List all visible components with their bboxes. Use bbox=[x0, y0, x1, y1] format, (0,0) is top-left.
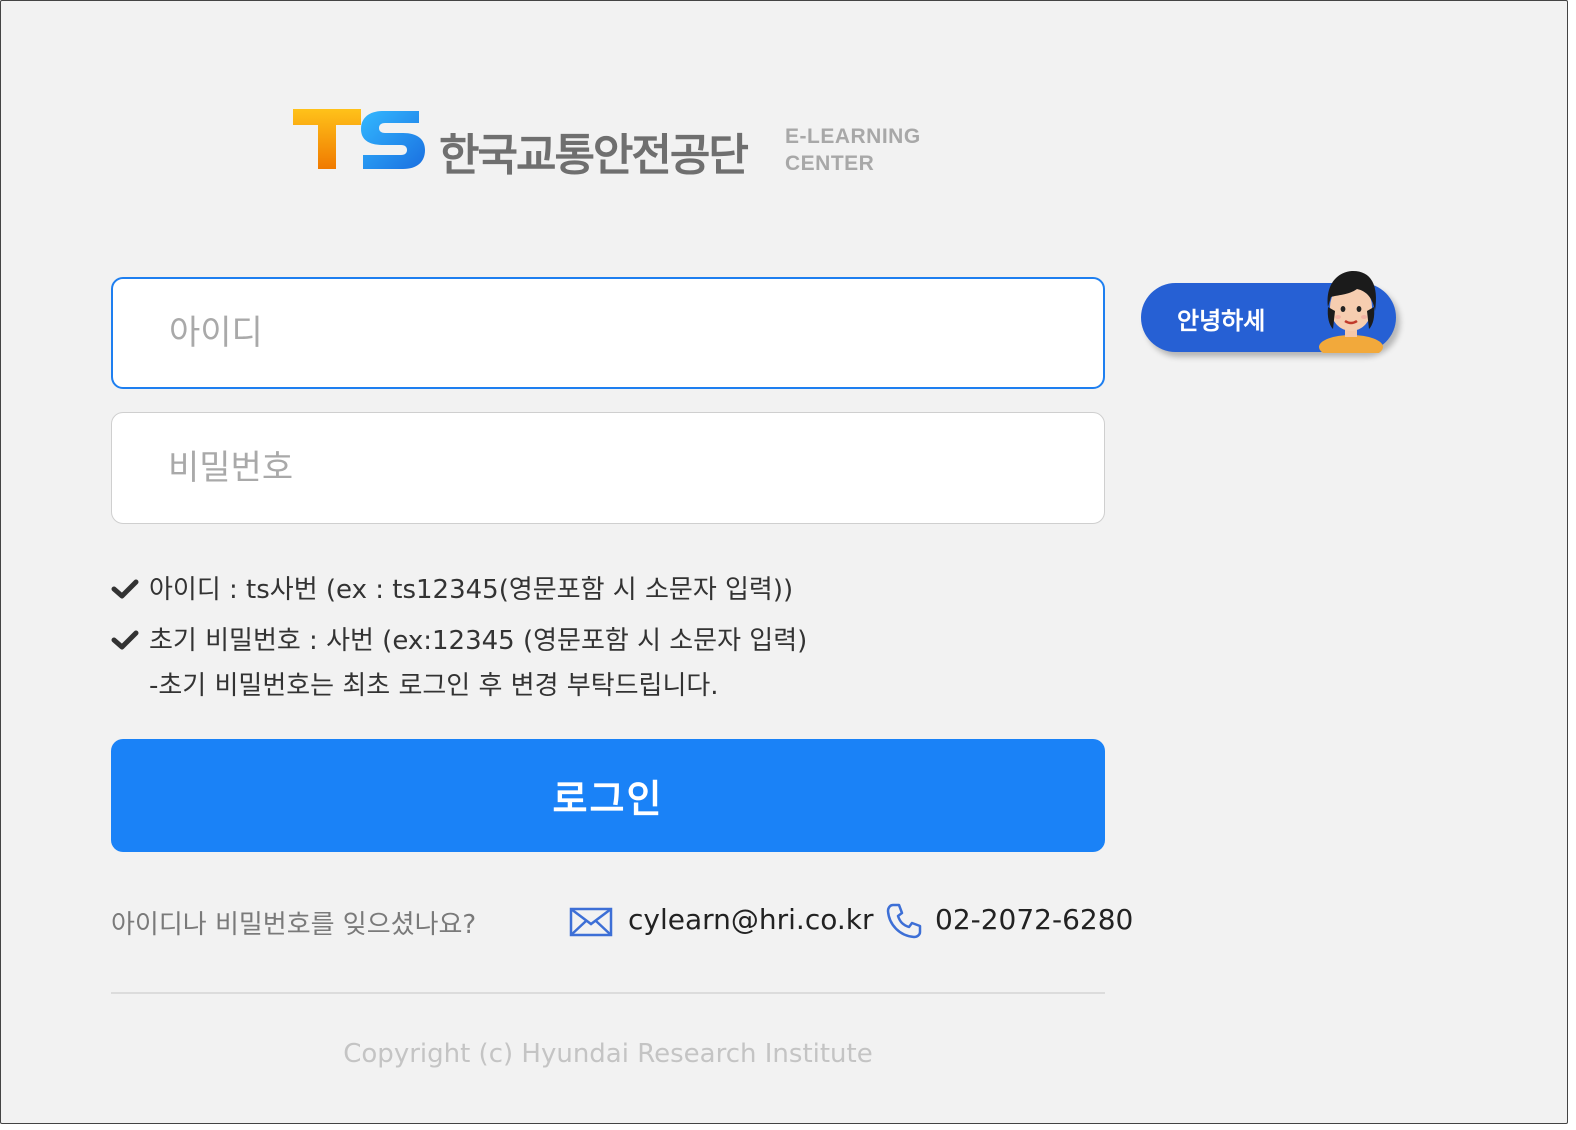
password-hint-text: 초기 비밀번호 : 사번 (ex:12345 (영문포함 시 소문자 입력) bbox=[149, 626, 808, 656]
org-name: 한국교통안전공단 bbox=[439, 130, 749, 181]
copyright: Copyright (c) Hyundai Research Institute bbox=[343, 1039, 873, 1069]
logo-subtitle-line1: E-LEARNING bbox=[785, 125, 921, 148]
divider bbox=[111, 992, 1105, 994]
support-email-link[interactable]: cylearn@hri.co.kr bbox=[628, 903, 874, 936]
password-input[interactable] bbox=[112, 413, 1104, 523]
check-icon bbox=[111, 630, 139, 650]
support-phone-link[interactable]: 02-2072-6280 bbox=[935, 903, 1133, 936]
password-change-hint: -초기 비밀번호는 최초 로그인 후 변경 부탁드립니다. bbox=[149, 671, 719, 701]
avatar-icon bbox=[1319, 271, 1383, 353]
login-page: 한국교통안전공단 E-LEARNING CENTER 안녕하세 bbox=[0, 0, 1568, 1124]
password-field-wrapper bbox=[111, 412, 1105, 524]
mail-icon bbox=[569, 907, 613, 937]
phone-icon bbox=[886, 903, 922, 939]
id-input[interactable] bbox=[113, 279, 1103, 387]
logo-subtitle-line2: CENTER bbox=[785, 152, 875, 175]
greeting-button[interactable]: 안녕하세 bbox=[1141, 271, 1396, 353]
logo: 한국교통안전공단 E-LEARNING CENTER bbox=[291, 101, 931, 191]
forgot-credentials-link[interactable]: 아이디나 비밀번호를 잊으셨나요? bbox=[111, 904, 476, 941]
logo-subtitle: E-LEARNING CENTER bbox=[785, 123, 921, 177]
id-field-wrapper bbox=[111, 277, 1105, 389]
login-button[interactable]: 로그인 bbox=[111, 739, 1105, 852]
greeting-label: 안녕하세 bbox=[1177, 307, 1266, 335]
check-icon bbox=[111, 579, 139, 599]
id-hint-text: 아이디 : ts사번 (ex : ts12345(영문포함 시 소문자 입력)) bbox=[149, 575, 794, 605]
password-hint: 초기 비밀번호 : 사번 (ex:12345 (영문포함 시 소문자 입력) bbox=[111, 620, 807, 657]
ts-logo-mark bbox=[293, 109, 425, 169]
id-hint: 아이디 : ts사번 (ex : ts12345(영문포함 시 소문자 입력)) bbox=[111, 569, 793, 606]
